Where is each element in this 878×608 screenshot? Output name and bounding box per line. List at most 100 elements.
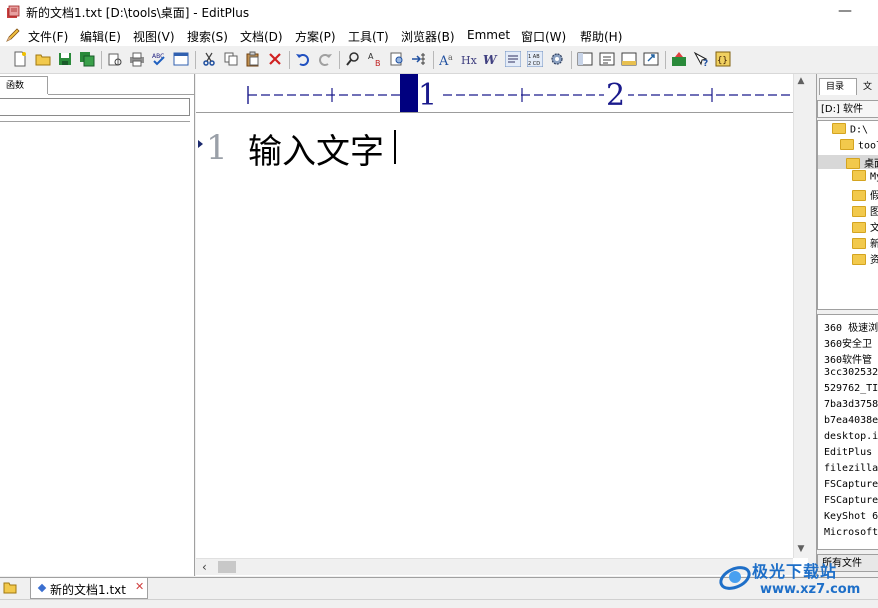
open-folder-icon[interactable]	[35, 51, 51, 67]
file-item[interactable]: filezilla	[824, 463, 878, 474]
folder-icon	[832, 123, 846, 134]
ruler-mark-1: 1	[418, 78, 438, 113]
folder-icon	[852, 253, 866, 265]
file-item[interactable]: 360软件管	[824, 351, 872, 366]
toolbar-separator	[571, 51, 572, 69]
file-item[interactable]: FSCapture	[824, 495, 878, 506]
function-panel: 函数	[0, 74, 195, 576]
tree-item[interactable]: tools	[840, 139, 878, 154]
file-item[interactable]: Microsoft	[824, 527, 878, 538]
output-window-icon[interactable]	[621, 51, 637, 67]
folder-icon[interactable]	[3, 581, 17, 594]
print-preview-icon[interactable]	[107, 51, 123, 67]
goto-line-icon[interactable]	[411, 51, 427, 67]
menu-emmet[interactable]: Emmet	[467, 28, 510, 42]
document-tab[interactable]: 新的文档1.txt ✕	[30, 578, 148, 599]
file-item[interactable]: 7ba3d3758	[824, 399, 878, 410]
toolbar-separator	[195, 51, 196, 69]
horizontal-scroll-thumb[interactable]	[218, 561, 236, 573]
folder-tree[interactable]: D:\ tools 桌面 My 假 图 文 新 资	[817, 120, 878, 310]
minimize-button[interactable]: —	[830, 2, 860, 22]
folder-icon	[852, 189, 866, 201]
line-number-icon[interactable]: 1 AB2 CD	[527, 51, 543, 67]
tree-item[interactable]: 假	[852, 187, 878, 202]
tab-functions[interactable]: 函数	[0, 76, 48, 94]
menu-view[interactable]: 视图(V)	[133, 28, 175, 45]
function-filter-input[interactable]	[0, 98, 190, 116]
save-all-icon[interactable]	[79, 51, 95, 67]
tree-item[interactable]: 资	[852, 251, 878, 266]
tree-item[interactable]: My	[852, 170, 878, 185]
file-item[interactable]: 360 极速浏	[824, 319, 878, 334]
menu-window[interactable]: 窗口(W)	[521, 28, 566, 45]
text-caret	[394, 130, 396, 164]
file-item[interactable]: b7ea4038e	[824, 415, 878, 426]
tree-item-selected[interactable]: 桌面	[818, 155, 878, 170]
file-item[interactable]: 529762_TI	[824, 383, 878, 394]
horizontal-scrollbar[interactable]: ‹	[196, 558, 793, 575]
menu-edit[interactable]: 编辑(E)	[80, 28, 121, 45]
tree-item[interactable]: 新	[852, 235, 878, 250]
hx-icon[interactable]: Hx	[461, 51, 477, 67]
paste-icon[interactable]	[245, 51, 261, 67]
ruler-icon[interactable]	[505, 51, 521, 67]
svg-text:A: A	[368, 52, 374, 61]
menu-help[interactable]: 帮助(H)	[580, 28, 622, 45]
settings-icon[interactable]	[549, 51, 565, 67]
copy-icon[interactable]	[223, 51, 239, 67]
ruler-mark-2: 2	[606, 78, 626, 113]
tab-directory[interactable]: 目录	[819, 78, 857, 95]
directory-window-icon[interactable]	[577, 51, 593, 67]
folder-open-icon	[846, 157, 860, 169]
drive-select[interactable]: [D:] 软件	[817, 100, 878, 118]
file-item[interactable]: desktop.i	[824, 431, 878, 442]
help-icon[interactable]: ?	[693, 51, 709, 67]
print-icon[interactable]	[129, 51, 145, 67]
file-item[interactable]: FSCapture	[824, 479, 878, 490]
cut-icon[interactable]	[201, 51, 217, 67]
find-in-files-icon[interactable]	[389, 51, 405, 67]
fullscreen-icon[interactable]	[643, 51, 659, 67]
svg-text:B: B	[375, 59, 381, 67]
scroll-left-arrow-icon[interactable]: ‹	[202, 559, 214, 575]
menu-document[interactable]: 文档(D)	[240, 28, 283, 45]
file-item[interactable]: EditPlus	[824, 447, 872, 458]
function-list[interactable]	[0, 121, 190, 575]
menu-project[interactable]: 方案(P)	[295, 28, 336, 45]
tab-cliptext[interactable]: 文	[857, 80, 878, 95]
save-icon[interactable]	[57, 51, 73, 67]
spellcheck-icon[interactable]: ABC	[151, 51, 167, 67]
folder-icon	[852, 205, 866, 217]
menu-tools[interactable]: 工具(T)	[348, 28, 389, 45]
word-wrap-icon[interactable]: W	[483, 51, 499, 67]
tree-item[interactable]: 图	[852, 203, 878, 218]
pencil-icon	[6, 28, 20, 42]
tree-item[interactable]: D:\	[832, 123, 868, 138]
menu-search[interactable]: 搜索(S)	[187, 28, 228, 45]
watermark-logo-icon	[719, 566, 751, 590]
redo-icon[interactable]	[317, 51, 333, 67]
file-item[interactable]: KeyShot 6	[824, 511, 878, 522]
scroll-down-arrow-icon[interactable]: ▼	[794, 542, 808, 556]
vertical-scrollbar[interactable]: ▲ ▼	[793, 74, 808, 558]
brackets-icon[interactable]: {}	[715, 51, 731, 67]
undo-icon[interactable]	[295, 51, 311, 67]
cliptext-window-icon[interactable]	[599, 51, 615, 67]
file-list[interactable]: 360 极速浏 360安全卫 360软件管 3cc302532 529762_T…	[817, 314, 878, 550]
ftp-upload-icon[interactable]	[671, 51, 687, 67]
menu-browser[interactable]: 浏览器(B)	[401, 28, 455, 45]
scroll-up-arrow-icon[interactable]: ▲	[794, 74, 808, 88]
new-file-icon[interactable]	[12, 51, 28, 67]
delete-icon[interactable]	[267, 51, 283, 67]
tree-item[interactable]: 文	[852, 219, 878, 234]
file-item[interactable]: 360安全卫	[824, 335, 872, 350]
editor-text-line[interactable]: 输入文字	[248, 124, 384, 173]
toolbar-separator	[339, 51, 340, 69]
replace-icon[interactable]: AB	[367, 51, 383, 67]
find-icon[interactable]	[345, 51, 361, 67]
browser-preview-icon[interactable]	[173, 51, 189, 67]
menu-file[interactable]: 文件(F)	[28, 28, 68, 45]
close-icon[interactable]: ✕	[135, 580, 144, 593]
font-icon[interactable]: Aa	[439, 51, 455, 67]
file-item[interactable]: 3cc302532	[824, 367, 878, 378]
